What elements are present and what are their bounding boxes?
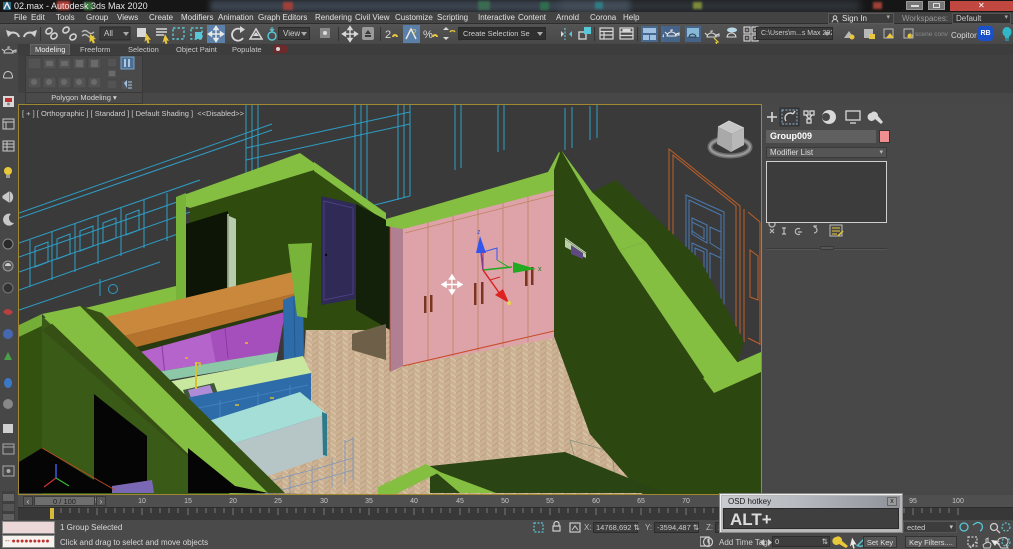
svg-text:x: x xyxy=(538,266,542,273)
svg-text:55: 55 xyxy=(546,498,554,505)
svg-text:40: 40 xyxy=(410,498,418,505)
svg-text:10: 10 xyxy=(138,498,146,505)
svg-text:95: 95 xyxy=(909,498,917,505)
svg-text:60: 60 xyxy=(592,498,600,505)
svg-text:z: z xyxy=(477,229,481,236)
svg-text:?: ? xyxy=(412,28,417,37)
svg-text:y scene conv: y scene conv xyxy=(910,31,949,38)
svg-text:2: 2 xyxy=(385,29,391,41)
svg-text:65: 65 xyxy=(637,498,645,505)
svg-text:25: 25 xyxy=(274,498,282,505)
svg-text:100: 100 xyxy=(952,498,964,505)
svg-text:15: 15 xyxy=(184,498,192,505)
svg-text:30: 30 xyxy=(320,498,328,505)
svg-text:70: 70 xyxy=(682,498,690,505)
svg-text:20: 20 xyxy=(229,498,237,505)
svg-text:35: 35 xyxy=(365,498,373,505)
svg-text:50: 50 xyxy=(501,498,509,505)
svg-text:45: 45 xyxy=(456,498,464,505)
svg-text:%: % xyxy=(423,29,433,41)
svg-text:All: All xyxy=(104,29,113,38)
